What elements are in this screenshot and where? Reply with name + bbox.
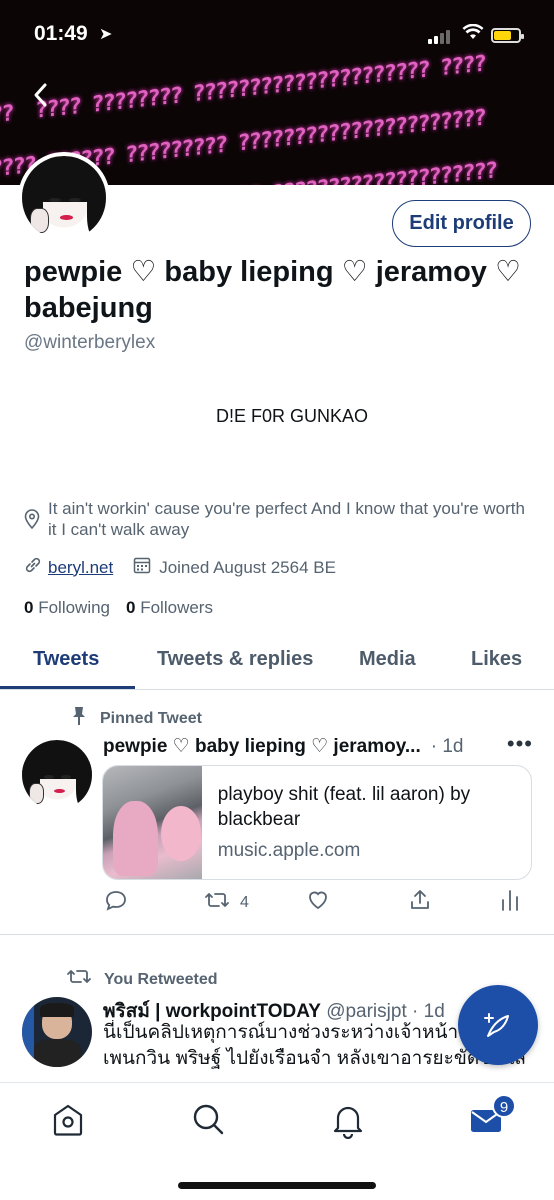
tab-tweets-replies[interactable]: Tweets & replies — [157, 648, 313, 671]
following-count: 0 — [24, 598, 34, 617]
calendar-icon — [133, 556, 151, 579]
followers-label: Followers — [140, 598, 213, 617]
tweet-avatar[interactable] — [22, 997, 92, 1067]
bell-icon[interactable] — [330, 1101, 370, 1141]
tweet-actions: 4 — [104, 888, 524, 918]
tab-tweets[interactable]: Tweets — [33, 648, 99, 671]
profile-tabs: Tweets Tweets & replies Media Likes — [0, 636, 554, 690]
retweet-context-label: You Retweeted — [104, 970, 218, 988]
wifi-icon — [462, 23, 484, 45]
location-arrow-icon: ➤ — [99, 26, 113, 43]
retweet-count: 4 — [240, 893, 249, 911]
retweet-button[interactable]: 4 — [204, 888, 249, 917]
tweet-separator — [0, 934, 554, 935]
like-icon[interactable] — [306, 888, 330, 912]
profile-avatar[interactable] — [18, 152, 110, 244]
link-card[interactable]: playboy shit (feat. lil aaron) by blackb… — [102, 765, 532, 880]
profile-location: It ain't workin' cause you're perfect An… — [24, 498, 534, 540]
link-icon — [24, 556, 42, 579]
tweet-avatar[interactable] — [22, 740, 92, 810]
pinned-label: Pinned Tweet — [100, 709, 202, 727]
tweet-handle: @parisjpt — [326, 1001, 407, 1022]
followers-count: 0 — [126, 598, 136, 617]
pin-icon — [70, 706, 88, 731]
tweet-header: pewpie ♡ baby lieping ♡ jeramoy... · 1d … — [103, 731, 533, 758]
follow-stats: 0 Following 0 Followers — [24, 598, 213, 618]
messages-badge: 9 — [492, 1094, 516, 1118]
more-icon[interactable]: ••• — [507, 731, 533, 757]
status-time: 01:49 — [34, 22, 88, 45]
profile-handle: @winterberylex — [24, 332, 156, 353]
followers-stat[interactable]: 0 Followers — [126, 598, 213, 618]
home-icon[interactable] — [50, 1101, 90, 1141]
battery-icon — [491, 28, 524, 43]
location-text: It ain't workin' cause you're perfect An… — [48, 499, 525, 539]
tweet-time: · 1d — [430, 735, 464, 757]
card-domain: music.apple.com — [217, 840, 361, 861]
edit-profile-button[interactable]: Edit profile — [392, 200, 531, 247]
cellular-signal-icon — [428, 30, 450, 44]
compose-icon — [482, 1008, 514, 1041]
profile-bio: D!E F0R GUNKAO — [215, 406, 369, 426]
reply-icon[interactable] — [104, 888, 128, 912]
back-arrow-icon[interactable] — [32, 82, 48, 114]
active-tab-indicator — [0, 686, 135, 689]
card-thumbnail — [103, 766, 202, 879]
compose-tweet-button[interactable] — [458, 985, 538, 1065]
home-indicator — [178, 1182, 376, 1189]
retweet-indicator: You Retweeted — [66, 966, 218, 993]
share-icon[interactable] — [408, 888, 432, 912]
card-title: playboy shit (feat. lil aaron) by blackb… — [217, 784, 471, 830]
following-stat[interactable]: 0 Following — [24, 598, 110, 618]
tab-likes[interactable]: Likes — [471, 648, 522, 671]
retweet-icon — [204, 888, 230, 917]
analytics-icon[interactable] — [500, 888, 520, 912]
tab-media[interactable]: Media — [359, 648, 416, 671]
tweet-author[interactable]: pewpie ♡ baby lieping ♡ jeramoy... — [103, 735, 421, 758]
profile-name: pewpie ♡ baby lieping ♡ jeramoy ♡ babeju… — [24, 256, 521, 324]
tweet-author[interactable]: พริสม์ | workpointTODAY — [103, 1001, 321, 1022]
profile-website-link[interactable]: beryl.net — [48, 558, 113, 578]
profile-meta: beryl.net Joined August 2564 BE — [24, 556, 336, 579]
following-label: Following — [38, 598, 111, 617]
tweet-time: · 1d — [412, 1001, 445, 1022]
search-icon[interactable] — [190, 1101, 230, 1141]
joined-date: Joined August 2564 BE — [159, 557, 336, 577]
location-pin-icon — [24, 509, 40, 540]
status-bar: 01:49 ➤ — [0, 20, 554, 50]
pinned-indicator: Pinned Tweet — [70, 706, 202, 731]
retweet-icon — [66, 966, 92, 993]
